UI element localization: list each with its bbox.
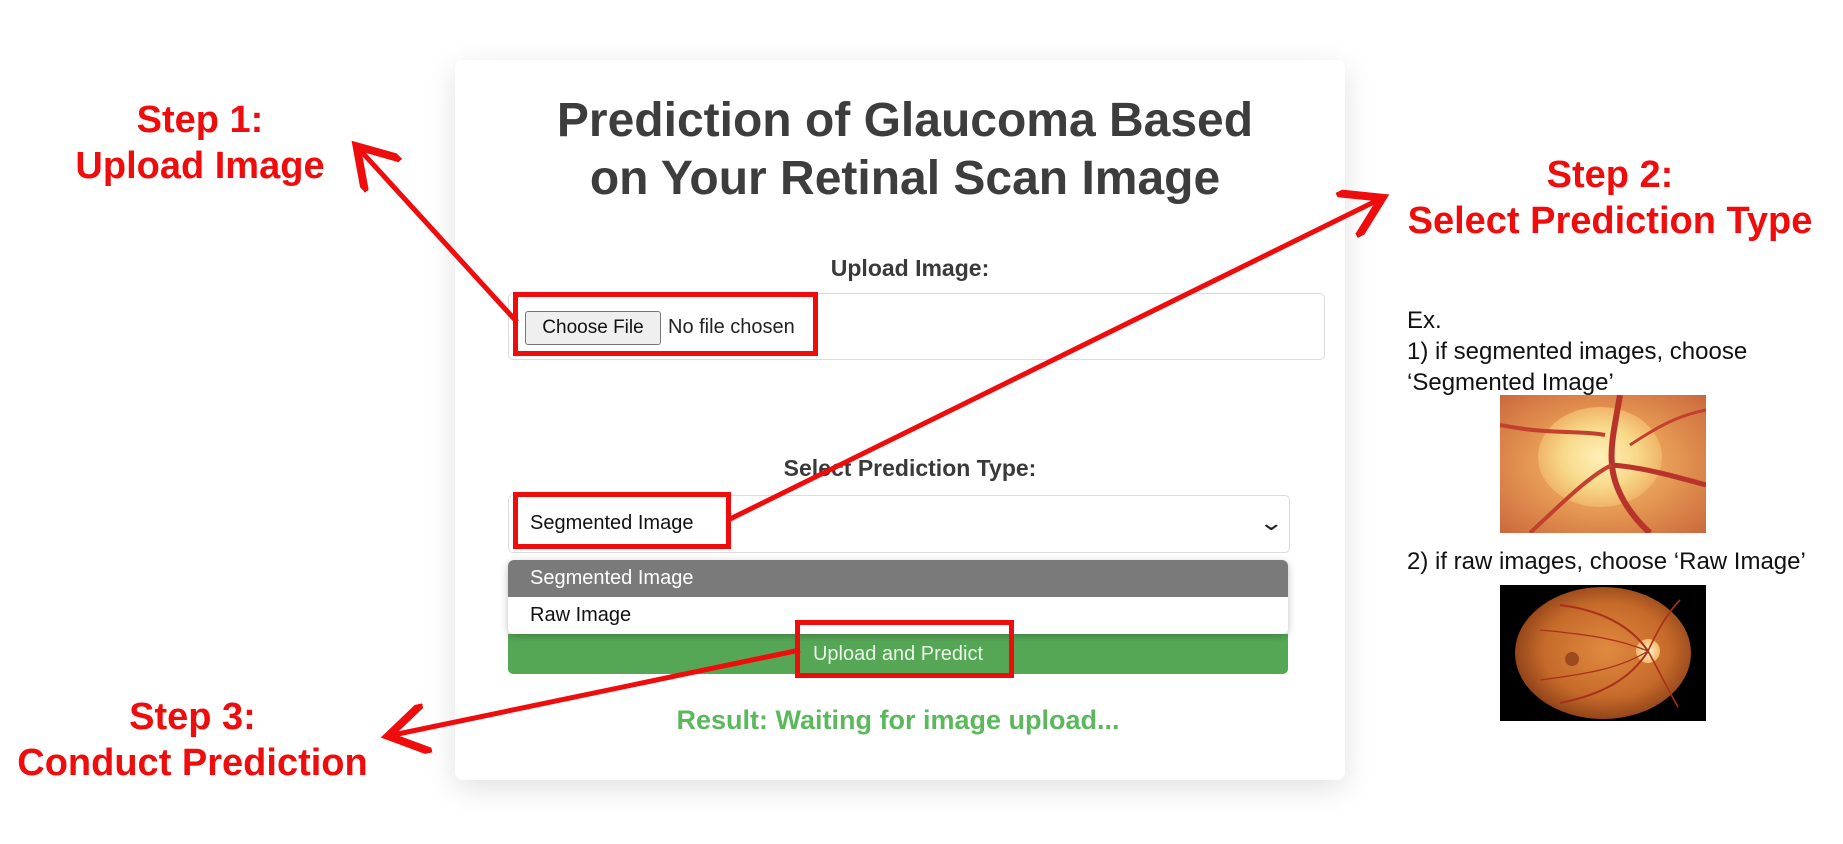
example-1-line1: 1) if segmented images, choose <box>1407 338 1748 365</box>
arrow-step2 <box>726 200 1378 523</box>
arrow-step1 <box>360 150 519 324</box>
step3-desc: Conduct Prediction <box>17 742 368 784</box>
step2-desc: Select Prediction Type <box>1407 200 1813 242</box>
example-1-line2: ‘Segmented Image’ <box>1407 369 1614 396</box>
step3-annotation: Step 3: Conduct Prediction <box>10 694 375 786</box>
example-text-1: Ex. 1) if segmented images, choose ‘Segm… <box>1407 305 1837 398</box>
segmented-retina-example-image <box>1500 395 1706 533</box>
example-label: Ex. <box>1407 307 1442 334</box>
step2-annotation: Step 2: Select Prediction Type <box>1380 152 1840 244</box>
step2-title: Step 2: <box>1546 154 1674 196</box>
step1-desc: Upload Image <box>75 145 325 187</box>
example-2-text: 2) if raw images, choose ‘Raw Image’ <box>1407 548 1806 575</box>
step3-title: Step 3: <box>129 696 256 738</box>
arrow-step3 <box>393 647 801 735</box>
step1-title: Step 1: <box>136 99 264 141</box>
raw-retina-example-image <box>1500 585 1706 721</box>
step1-annotation: Step 1: Upload Image <box>50 97 350 189</box>
